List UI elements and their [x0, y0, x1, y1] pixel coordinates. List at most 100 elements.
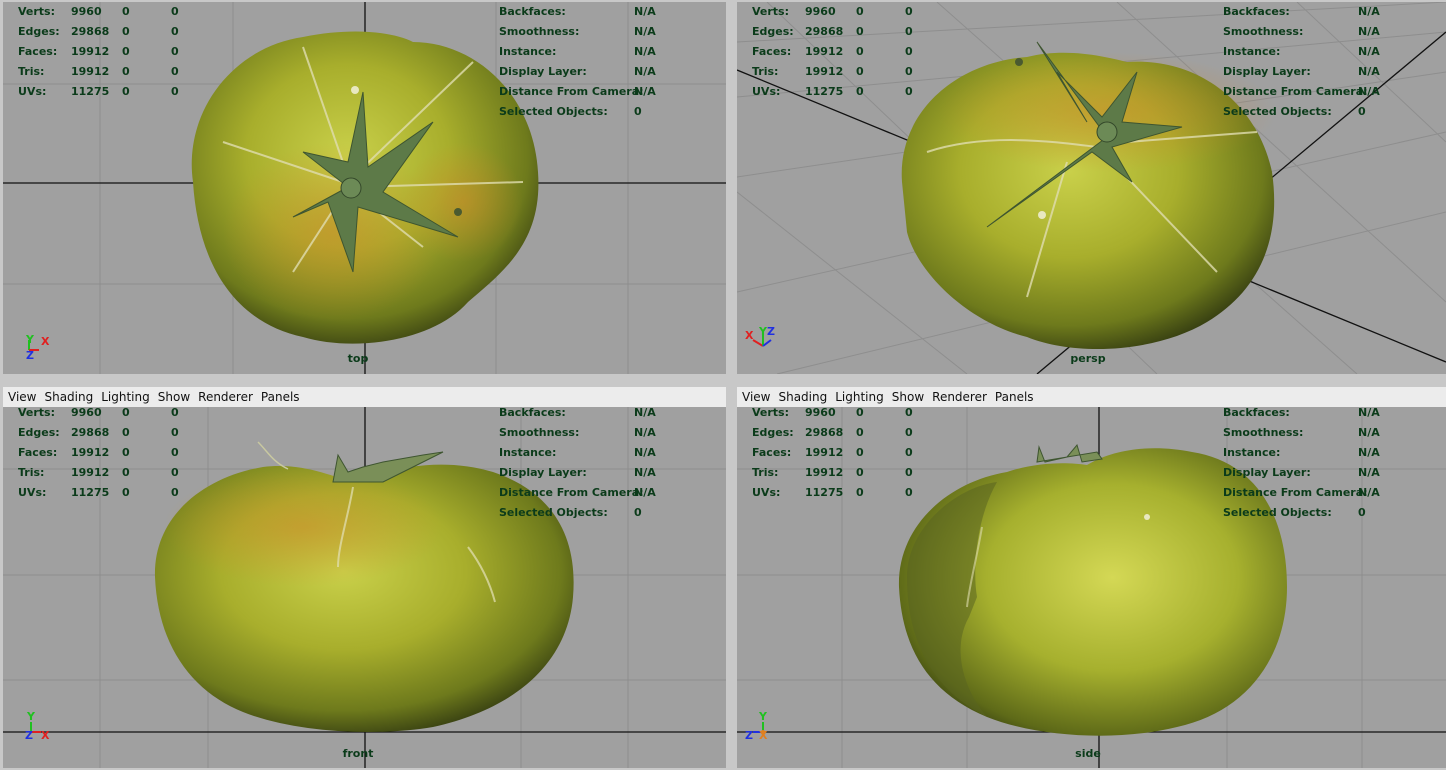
hud-detail-label: Smoothness: — [499, 25, 580, 38]
viewport-top[interactable]: Verts: 9960 0 0 Edges: 29868 0 0 Faces: 19912 0 0 Tr… — [3, 2, 726, 374]
axis-label: X — [41, 729, 50, 742]
hud-stat-label: Verts: — [18, 5, 56, 18]
viewport-side[interactable]: Verts: 9960 0 0 Edges: 29868 0 0 Faces: 19912 0 0 Tr… — [737, 407, 1446, 768]
hud-stat-value: 19912 — [805, 446, 844, 459]
axis-label: Z — [767, 325, 775, 338]
axis-label: Z — [745, 729, 753, 742]
hud-stat-value: 0 — [905, 466, 913, 479]
viewport-persp[interactable]: Verts: 9960 0 0 Edges: 29868 0 0 Faces: 19912 0 0 Tr… — [737, 2, 1446, 374]
hud-stat-value: 9960 — [71, 5, 102, 18]
top-scene — [3, 2, 726, 374]
axis-gizmo-icon: Y X Z — [21, 332, 61, 372]
hud-stat-label: UVs: — [752, 85, 781, 98]
hud-detail-label: Selected Objects: — [1223, 105, 1332, 118]
menu-view[interactable]: View — [737, 387, 773, 404]
hud-stat-value: 11275 — [71, 486, 110, 499]
hud-stat-label: Edges: — [18, 25, 60, 38]
hud-detail-value: N/A — [634, 407, 656, 419]
hud-stat-label: Tris: — [18, 65, 45, 78]
hud-stat-value: 29868 — [71, 426, 110, 439]
hud-stat-value: 11275 — [805, 486, 844, 499]
menu-show[interactable]: Show — [153, 387, 193, 404]
hud-stat-label: UVs: — [18, 486, 47, 499]
hud-stat-value: 9960 — [805, 407, 836, 419]
hud-stat-value: 0 — [122, 45, 130, 58]
camera-name-label: persp — [1070, 352, 1106, 365]
hud-detail-label: Smoothness: — [499, 426, 580, 439]
tomato-model-persp — [901, 41, 1277, 350]
hud-detail-value: N/A — [634, 85, 656, 98]
hud-stat-label: Verts: — [752, 407, 790, 419]
hud-stat-value: 9960 — [71, 407, 102, 419]
hud-stat-value: 0 — [171, 65, 179, 78]
hud-detail-value: N/A — [1358, 5, 1380, 18]
menu-panels[interactable]: Panels — [990, 387, 1037, 404]
hud-stat-label: Faces: — [752, 446, 792, 459]
menu-view[interactable]: View — [3, 387, 39, 404]
hud-stat-value: 0 — [171, 466, 179, 479]
hud-stat-value: 11275 — [805, 85, 844, 98]
hud-stat-value: 0 — [905, 25, 913, 38]
hud-detail-label: Distance From Camera: — [499, 85, 644, 98]
hud-detail-value: N/A — [1358, 45, 1380, 58]
hud-stat-label: Edges: — [752, 426, 794, 439]
axis-label: X — [41, 335, 50, 348]
hud-stat-value: 9960 — [805, 5, 836, 18]
hud-stat-value: 0 — [171, 25, 179, 38]
hud-stat-value: 0 — [856, 426, 864, 439]
hud-stat-value: 0 — [171, 446, 179, 459]
hud-detail-label: Backfaces: — [1223, 5, 1290, 18]
menu-lighting[interactable]: Lighting — [96, 387, 153, 404]
hud-detail-label: Instance: — [1223, 446, 1281, 459]
tomato-model-top — [191, 31, 539, 344]
hud-stat-value: 0 — [171, 426, 179, 439]
hud-stat-value: 19912 — [71, 466, 110, 479]
hud-stat-value: 11275 — [71, 85, 110, 98]
axis-label: X — [759, 729, 768, 742]
hud-stat-label: Edges: — [752, 25, 794, 38]
menu-renderer[interactable]: Renderer — [193, 387, 256, 404]
hud-stat-label: Tris: — [752, 466, 779, 479]
menu-panels[interactable]: Panels — [256, 387, 303, 404]
hud-detail-value: N/A — [634, 5, 656, 18]
panel-menubar: View Shading Lighting Show Renderer Panels — [737, 387, 1446, 407]
axis-label: Y — [759, 710, 767, 723]
hud-stat-value: 19912 — [71, 65, 110, 78]
axis-label: Z — [26, 349, 34, 362]
hud-detail-label: Smoothness: — [1223, 426, 1304, 439]
hud-stat-value: 0 — [856, 65, 864, 78]
hud-stat-value: 0 — [905, 426, 913, 439]
hud-detail-label: Smoothness: — [1223, 25, 1304, 38]
hud-stat-value: 0 — [122, 446, 130, 459]
hud-stat-value: 0 — [122, 486, 130, 499]
hud-stat-label: Faces: — [18, 45, 58, 58]
axis-label: Z — [25, 729, 33, 742]
axis-label: Y — [26, 333, 34, 346]
hud-stat-label: Faces: — [752, 45, 792, 58]
hud-stat-value: 0 — [122, 407, 130, 419]
hud-stat-value: 0 — [905, 407, 913, 419]
hud-detail-label: Instance: — [1223, 45, 1281, 58]
hud-detail-value: N/A — [634, 45, 656, 58]
axis-label: Y — [759, 325, 767, 338]
camera-name-label: top — [347, 352, 369, 365]
hud-stat-label: Tris: — [752, 65, 779, 78]
menu-lighting[interactable]: Lighting — [830, 387, 887, 404]
hud-stat-value: 0 — [905, 85, 913, 98]
hud-stat-value: 0 — [905, 65, 913, 78]
hud-stat-value: 0 — [122, 65, 130, 78]
menu-renderer[interactable]: Renderer — [927, 387, 990, 404]
hud-stat-value: 0 — [122, 5, 130, 18]
hud-stat-label: Tris: — [18, 466, 45, 479]
hud-detail-value: 0 — [1358, 105, 1366, 118]
menu-shading[interactable]: Shading — [773, 387, 830, 404]
hud-stat-value: 0 — [122, 85, 130, 98]
hud-detail-value: N/A — [1358, 486, 1380, 499]
hud-stat-value: 0 — [905, 486, 913, 499]
hud-detail-value: N/A — [1358, 466, 1380, 479]
hud-stat-value: 19912 — [805, 45, 844, 58]
axis-label: X — [745, 329, 754, 342]
menu-show[interactable]: Show — [887, 387, 927, 404]
viewport-front[interactable]: Verts: 9960 0 0 Edges: 29868 0 0 Faces: 19912 0 0 Tr… — [3, 407, 726, 768]
menu-shading[interactable]: Shading — [39, 387, 96, 404]
